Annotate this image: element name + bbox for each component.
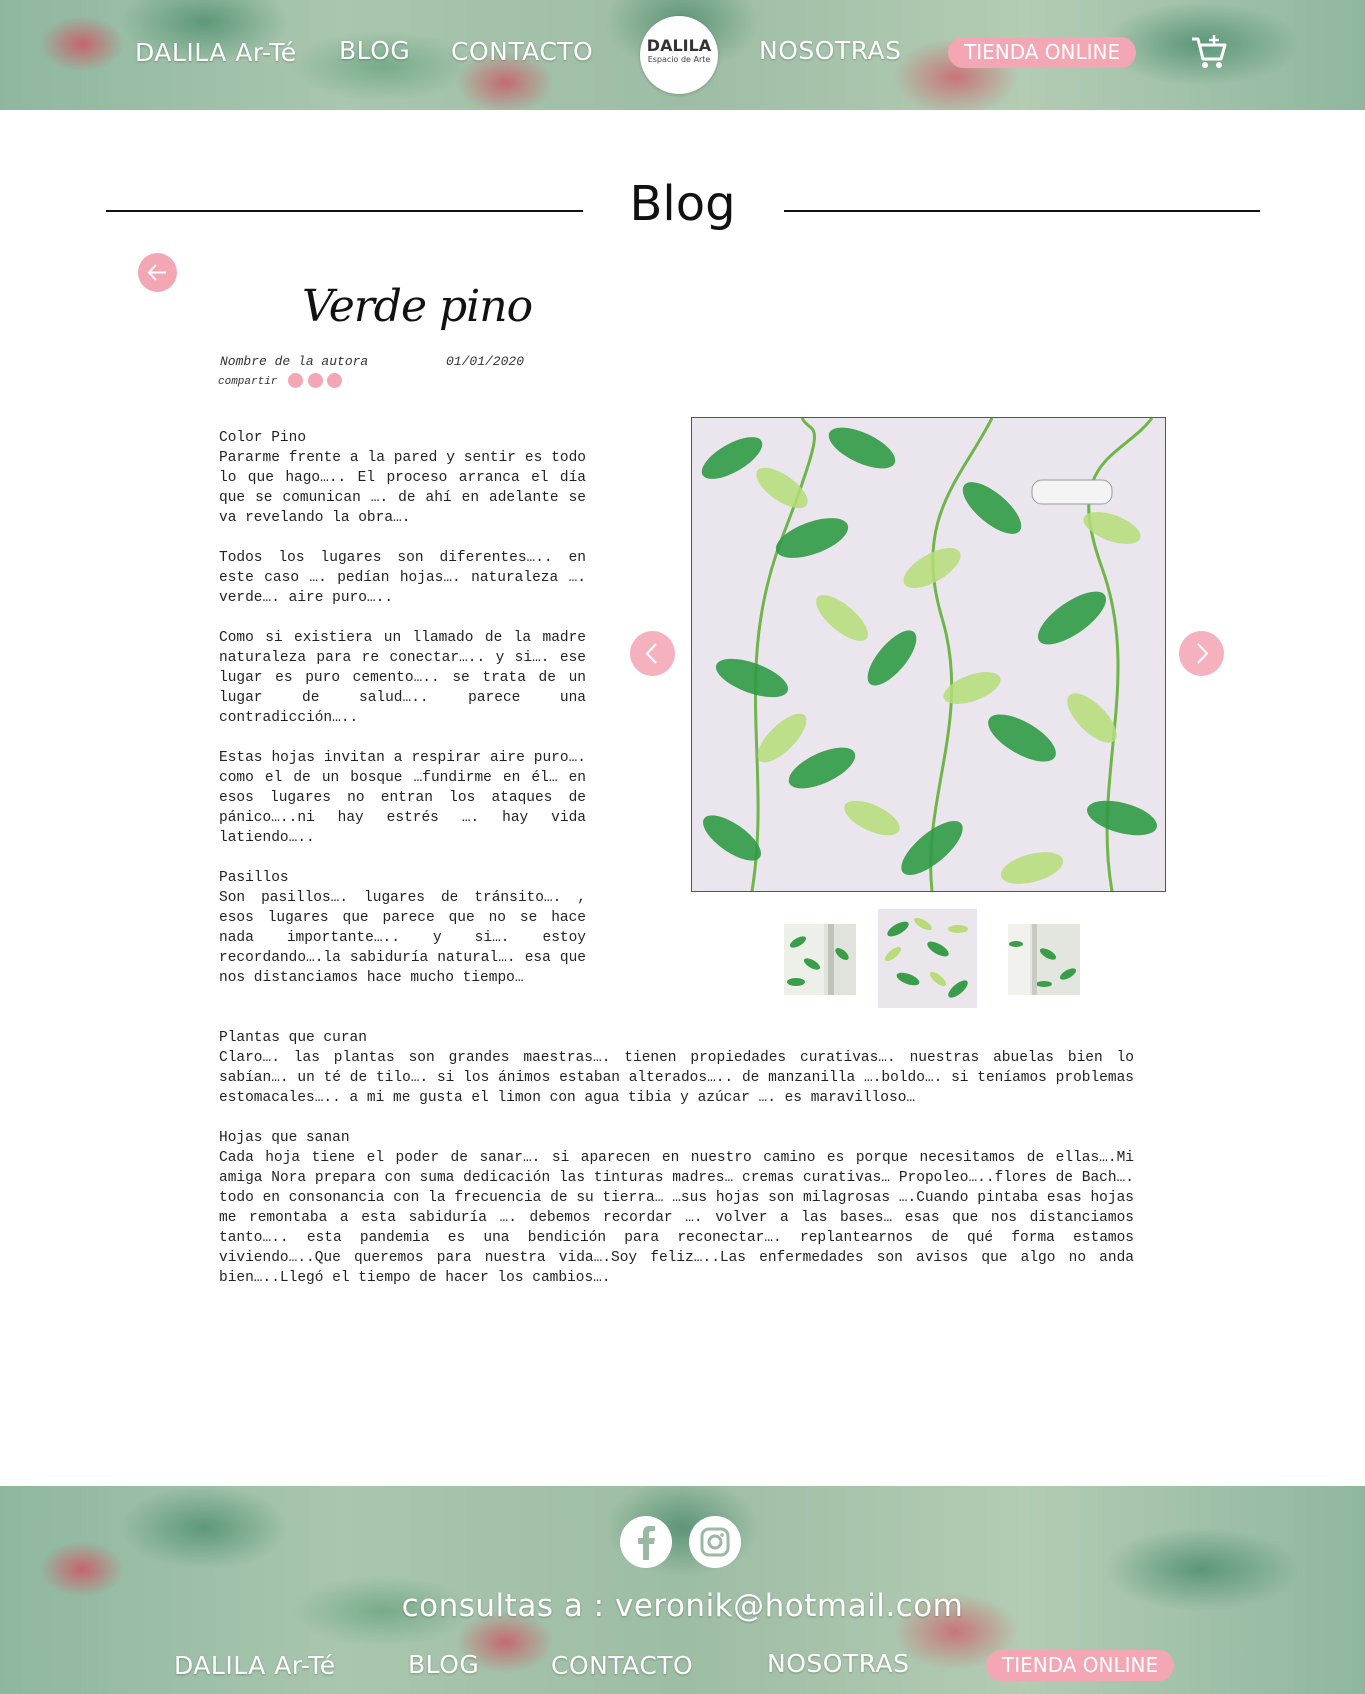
chevron-left-icon — [645, 643, 657, 664]
post-author: Nombre de la autora — [220, 354, 369, 369]
arrow-left-icon — [147, 264, 166, 281]
cart-icon[interactable] — [1190, 33, 1228, 71]
facebook-icon — [638, 1526, 655, 1560]
share-label: compartir — [218, 376, 278, 388]
title-rule-right — [784, 210, 1260, 212]
instagram-link[interactable] — [689, 1516, 741, 1568]
paragraph: Todos los lugares son diferentes….. en e… — [219, 550, 586, 606]
nav-link-nosotras[interactable]: NOSOTRAS — [759, 36, 902, 65]
paragraph: Plantas que curan Claro…. las plantas so… — [219, 1030, 1134, 1106]
footer-shop-button[interactable]: TIENDA ONLINE — [986, 1650, 1175, 1681]
contact-email: consultas a : veronik@hotmail.com — [401, 1588, 964, 1624]
nav-link-home[interactable]: DALILA Ar-Té — [135, 38, 297, 67]
gallery-thumbnail[interactable] — [784, 924, 856, 995]
site-logo[interactable]: DALILA Espacio de Arte — [640, 16, 718, 94]
chevron-right-icon — [1197, 643, 1209, 664]
gallery-thumbnail[interactable] — [1008, 924, 1080, 995]
post-date: 01/01/2020 — [446, 354, 525, 369]
facebook-link[interactable] — [620, 1516, 672, 1568]
logo-subtitle: Espacio de Arte — [647, 55, 711, 64]
paragraph: Estas hojas invitan a respirar aire puro… — [219, 750, 586, 846]
back-button[interactable] — [138, 253, 177, 292]
site-header: DALILA Ar-Té BLOG CONTACTO DALILA Espaci… — [0, 0, 1365, 110]
post-title: Verde pino — [302, 281, 533, 332]
footer-link-blog[interactable]: BLOG — [408, 1650, 479, 1679]
footer-link-home[interactable]: DALILA Ar-Té — [174, 1651, 336, 1680]
footer-link-contacto[interactable]: CONTACTO — [551, 1651, 693, 1680]
paragraph: Como si existiera un llamado de la madre… — [219, 630, 586, 726]
nav-link-contacto[interactable]: CONTACTO — [451, 37, 593, 66]
instagram-share-icon[interactable] — [308, 373, 323, 388]
page-title: Blog — [629, 176, 736, 232]
post-body-full: Plantas que curan Claro…. las plantas so… — [219, 1028, 1134, 1308]
gallery-next-button[interactable] — [1179, 631, 1224, 676]
facebook-share-icon[interactable] — [288, 373, 303, 388]
title-rule-left — [106, 210, 583, 212]
instagram-icon — [700, 1527, 730, 1557]
gallery-prev-button[interactable] — [630, 631, 675, 676]
link-share-icon[interactable] — [327, 373, 342, 388]
shop-button[interactable]: TIENDA ONLINE — [948, 37, 1137, 68]
logo-title: DALILA — [646, 36, 712, 55]
gallery-thumbnail-active[interactable] — [878, 909, 977, 1008]
nav-link-blog[interactable]: BLOG — [339, 36, 410, 65]
paragraph: Hojas que sanan Cada hoja tiene el poder… — [219, 1130, 1134, 1286]
post-body-column: Color Pino Pararme frente a la pared y s… — [219, 428, 586, 1008]
footer-link-nosotras[interactable]: NOSOTRAS — [767, 1649, 910, 1678]
gallery-main-image — [691, 417, 1166, 892]
paragraph: Color Pino Pararme frente a la pared y s… — [219, 430, 586, 526]
paragraph: Pasillos Son pasillos…. lugares de tráns… — [219, 870, 586, 986]
